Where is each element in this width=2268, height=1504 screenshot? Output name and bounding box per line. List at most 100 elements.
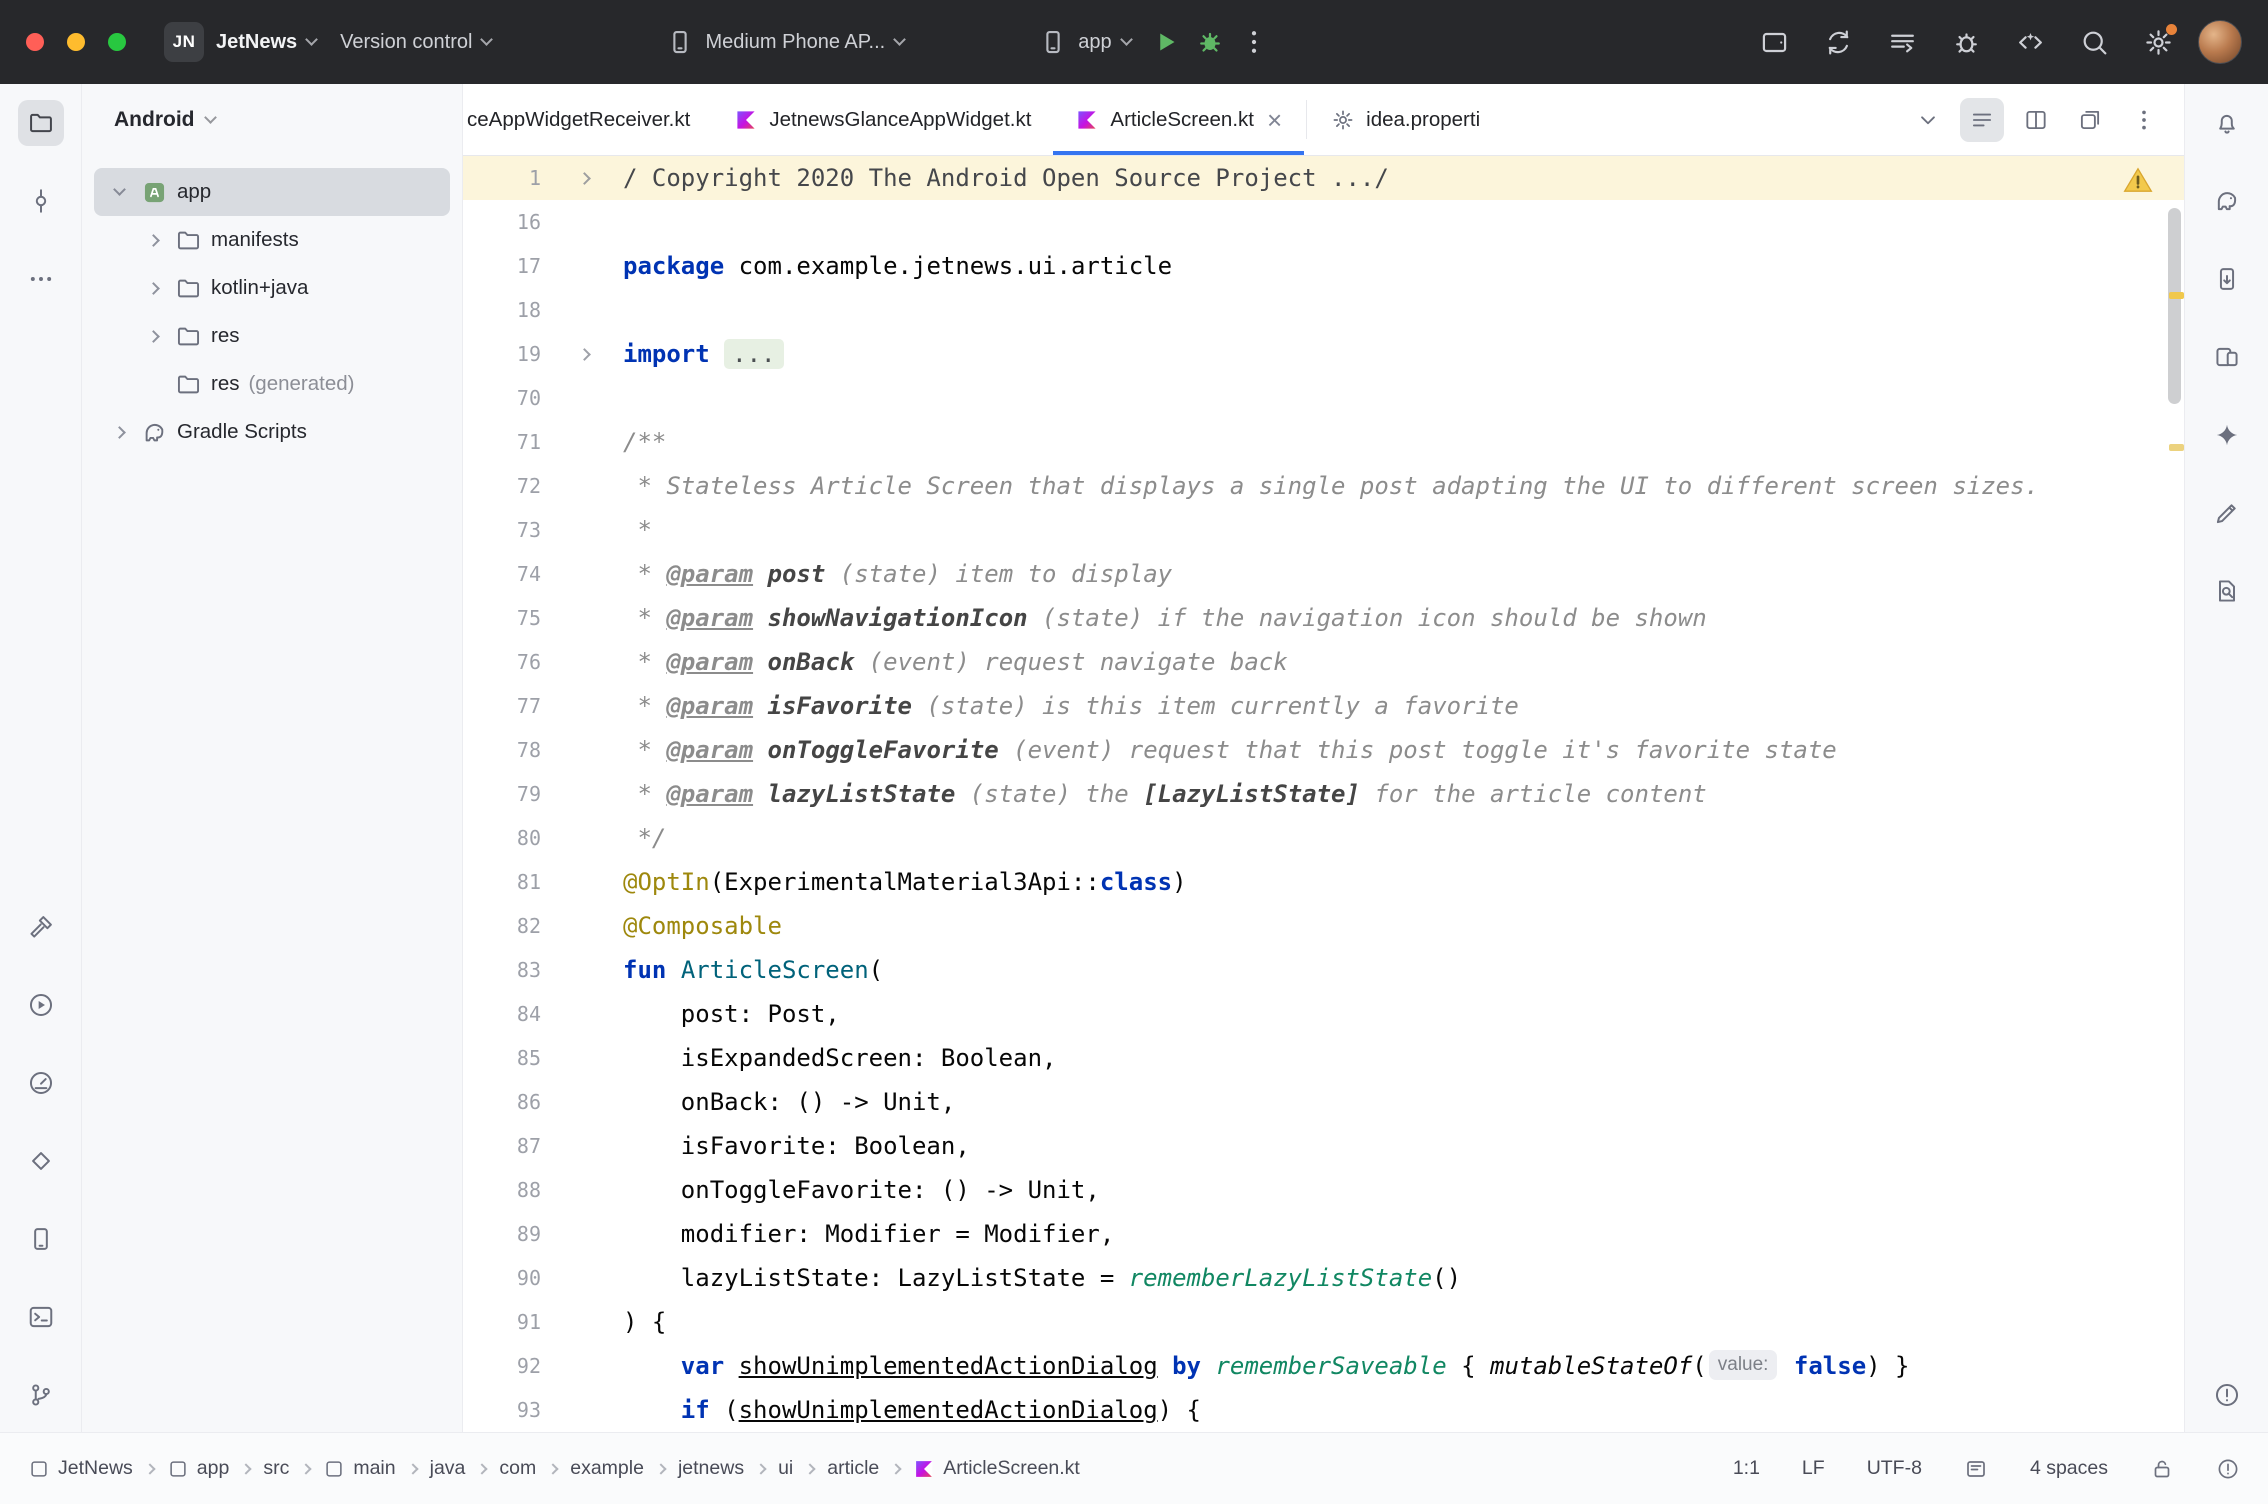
code-line-91[interactable]: 91) { [463, 1300, 2184, 1344]
tree-item-app[interactable]: app [94, 168, 450, 216]
tab-jetnewsglanceappwidget-kt[interactable]: JetnewsGlanceAppWidget.kt [712, 84, 1053, 155]
tree-item-gradle-scripts[interactable]: Gradle Scripts [94, 408, 450, 456]
code-line-79[interactable]: 79 * @param lazyListState (state) the [L… [463, 772, 2184, 816]
tree-item-manifests[interactable]: manifests [94, 216, 450, 264]
tool-find-in-files-icon[interactable] [2204, 568, 2250, 614]
gutter-line-number[interactable]: 75 [463, 596, 545, 640]
search-icon[interactable] [2068, 19, 2120, 65]
breadcrumb-item-src[interactable]: src [263, 1457, 289, 1480]
code-line-70[interactable]: 70 [463, 376, 2184, 420]
code-line-82[interactable]: 82@Composable [463, 904, 2184, 948]
gutter-line-number[interactable]: 18 [463, 288, 545, 332]
gutter-line-number[interactable]: 73 [463, 508, 545, 552]
code-line-75[interactable]: 75 * @param showNavigationIcon (state) i… [463, 596, 2184, 640]
logcat-lines-icon[interactable] [1876, 19, 1928, 65]
gutter-line-number[interactable]: 72 [463, 464, 545, 508]
code-line-73[interactable]: 73 * [463, 508, 2184, 552]
breadcrumb-item-example[interactable]: example [570, 1457, 644, 1480]
warning-stripe-mark[interactable] [2169, 292, 2184, 299]
gutter-line-number[interactable]: 88 [463, 1168, 545, 1212]
gutter-line-number[interactable]: 93 [463, 1388, 545, 1432]
tree-item-kotlin-java[interactable]: kotlin+java [94, 264, 450, 312]
tab-articlescreen-kt[interactable]: ArticleScreen.kt× [1053, 84, 1304, 155]
code-line-87[interactable]: 87 isFavorite: Boolean, [463, 1124, 2184, 1168]
code-line-80[interactable]: 80 */ [463, 816, 2184, 860]
gutter-line-number[interactable]: 87 [463, 1124, 545, 1168]
tab-idea-properti[interactable]: idea.properti [1309, 84, 1502, 155]
code-line-74[interactable]: 74 * @param post (state) item to display [463, 552, 2184, 596]
gutter-line-number[interactable]: 81 [463, 860, 545, 904]
gutter-line-number[interactable]: 84 [463, 992, 545, 1036]
breadcrumb-item-app[interactable]: app [167, 1457, 230, 1480]
gutter-line-number[interactable]: 1 [463, 156, 545, 200]
code-line-78[interactable]: 78 * @param onToggleFavorite (event) req… [463, 728, 2184, 772]
vcs-menu[interactable]: Version control [328, 21, 503, 64]
unlock-icon[interactable] [2150, 1457, 2174, 1481]
close-tab-icon[interactable]: × [1267, 107, 1282, 133]
tool-build-hammer-icon[interactable] [18, 904, 64, 950]
ai-code-icon[interactable] [2004, 19, 2056, 65]
gutter-line-number[interactable]: 85 [463, 1036, 545, 1080]
code-line-92[interactable]: 92 var showUnimplementedActionDialog by … [463, 1344, 2184, 1388]
build-analyzer-bug-icon[interactable] [1940, 19, 1992, 65]
tool-gemini-sparkle-icon[interactable] [2204, 412, 2250, 458]
chevron-down-icon[interactable] [1906, 98, 1950, 142]
editor-list-icon[interactable] [1960, 98, 2004, 142]
caret-position-widget[interactable]: 1:1 [1733, 1457, 1760, 1480]
breadcrumb-item-main[interactable]: main [323, 1457, 395, 1480]
gutter-line-number[interactable]: 82 [463, 904, 545, 948]
run-button[interactable] [1145, 21, 1187, 63]
gutter-line-number[interactable]: 91 [463, 1300, 545, 1344]
tool-notifications-bell-icon[interactable] [2204, 100, 2250, 146]
gutter-line-number[interactable]: 89 [463, 1212, 545, 1256]
breadcrumb-item-articlescreen-kt[interactable]: ArticleScreen.kt [913, 1457, 1080, 1480]
gutter-line-number[interactable]: 92 [463, 1344, 545, 1388]
code-editor[interactable]: 1/ Copyright 2020 The Android Open Sourc… [463, 156, 2184, 1432]
indent-setting-widget[interactable]: 4 spaces [2030, 1457, 2108, 1480]
tool-run-circle-icon[interactable] [18, 982, 64, 1028]
gutter-line-number[interactable]: 80 [463, 816, 545, 860]
fold-marker-icon[interactable] [545, 332, 623, 376]
gutter-line-number[interactable]: 70 [463, 376, 545, 420]
code-line-19[interactable]: 19import ... [463, 332, 2184, 376]
tab-ceappwidgetreceiver-kt[interactable]: ceAppWidgetReceiver.kt [463, 84, 712, 155]
code-line-84[interactable]: 84 post: Post, [463, 992, 2184, 1036]
screen-reader-icon[interactable] [1964, 1457, 1988, 1481]
tool-gradle-elephant-icon[interactable] [2204, 178, 2250, 224]
tree-item-res[interactable]: res [94, 312, 450, 360]
breadcrumb-item-java[interactable]: java [430, 1457, 466, 1480]
breadcrumb-item-com[interactable]: com [499, 1457, 536, 1480]
code-area[interactable]: 1/ Copyright 2020 The Android Open Sourc… [463, 156, 2184, 1432]
code-line-18[interactable]: 18 [463, 288, 2184, 332]
tree-item-res[interactable]: res (generated) [94, 360, 450, 408]
run-configuration-selector[interactable]: app [1026, 17, 1142, 67]
tool-more-horizontal-icon[interactable] [18, 256, 64, 302]
gutter-line-number[interactable]: 19 [463, 332, 545, 376]
gutter-line-number[interactable]: 83 [463, 948, 545, 992]
gutter-line-number[interactable]: 79 [463, 772, 545, 816]
detach-window-icon[interactable] [2068, 98, 2112, 142]
gutter-line-number[interactable]: 17 [463, 244, 545, 288]
code-line-16[interactable]: 16 [463, 200, 2184, 244]
breadcrumb-item-jetnews[interactable]: JetNews [28, 1457, 133, 1480]
sync-project-icon[interactable] [1812, 19, 1864, 65]
gutter-line-number[interactable]: 76 [463, 640, 545, 684]
code-line-77[interactable]: 77 * @param isFavorite (state) is this i… [463, 684, 2184, 728]
tool-project-folder-icon[interactable] [18, 100, 64, 146]
tool-running-devices-icon[interactable] [2204, 334, 2250, 380]
breadcrumb-item-jetnews[interactable]: jetnews [678, 1457, 744, 1480]
code-line-89[interactable]: 89 modifier: Modifier = Modifier, [463, 1212, 2184, 1256]
tool-version-control-branch-icon[interactable] [18, 1372, 64, 1418]
breadcrumb-item-article[interactable]: article [827, 1457, 879, 1480]
close-window-button[interactable] [26, 33, 44, 51]
code-line-76[interactable]: 76 * @param onBack (event) request navig… [463, 640, 2184, 684]
tool-device-manager-icon[interactable] [18, 1216, 64, 1262]
code-line-81[interactable]: 81@OptIn(ExperimentalMaterial3Api::class… [463, 860, 2184, 904]
project-view-selector[interactable]: Android [106, 102, 223, 138]
tool-terminal-icon[interactable] [18, 1294, 64, 1340]
tool-app-quality-insights-icon[interactable] [18, 1138, 64, 1184]
more-run-actions-button[interactable] [1233, 21, 1275, 63]
gutter-line-number[interactable]: 78 [463, 728, 545, 772]
tool-commit-icon[interactable] [18, 178, 64, 224]
gutter-line-number[interactable]: 77 [463, 684, 545, 728]
